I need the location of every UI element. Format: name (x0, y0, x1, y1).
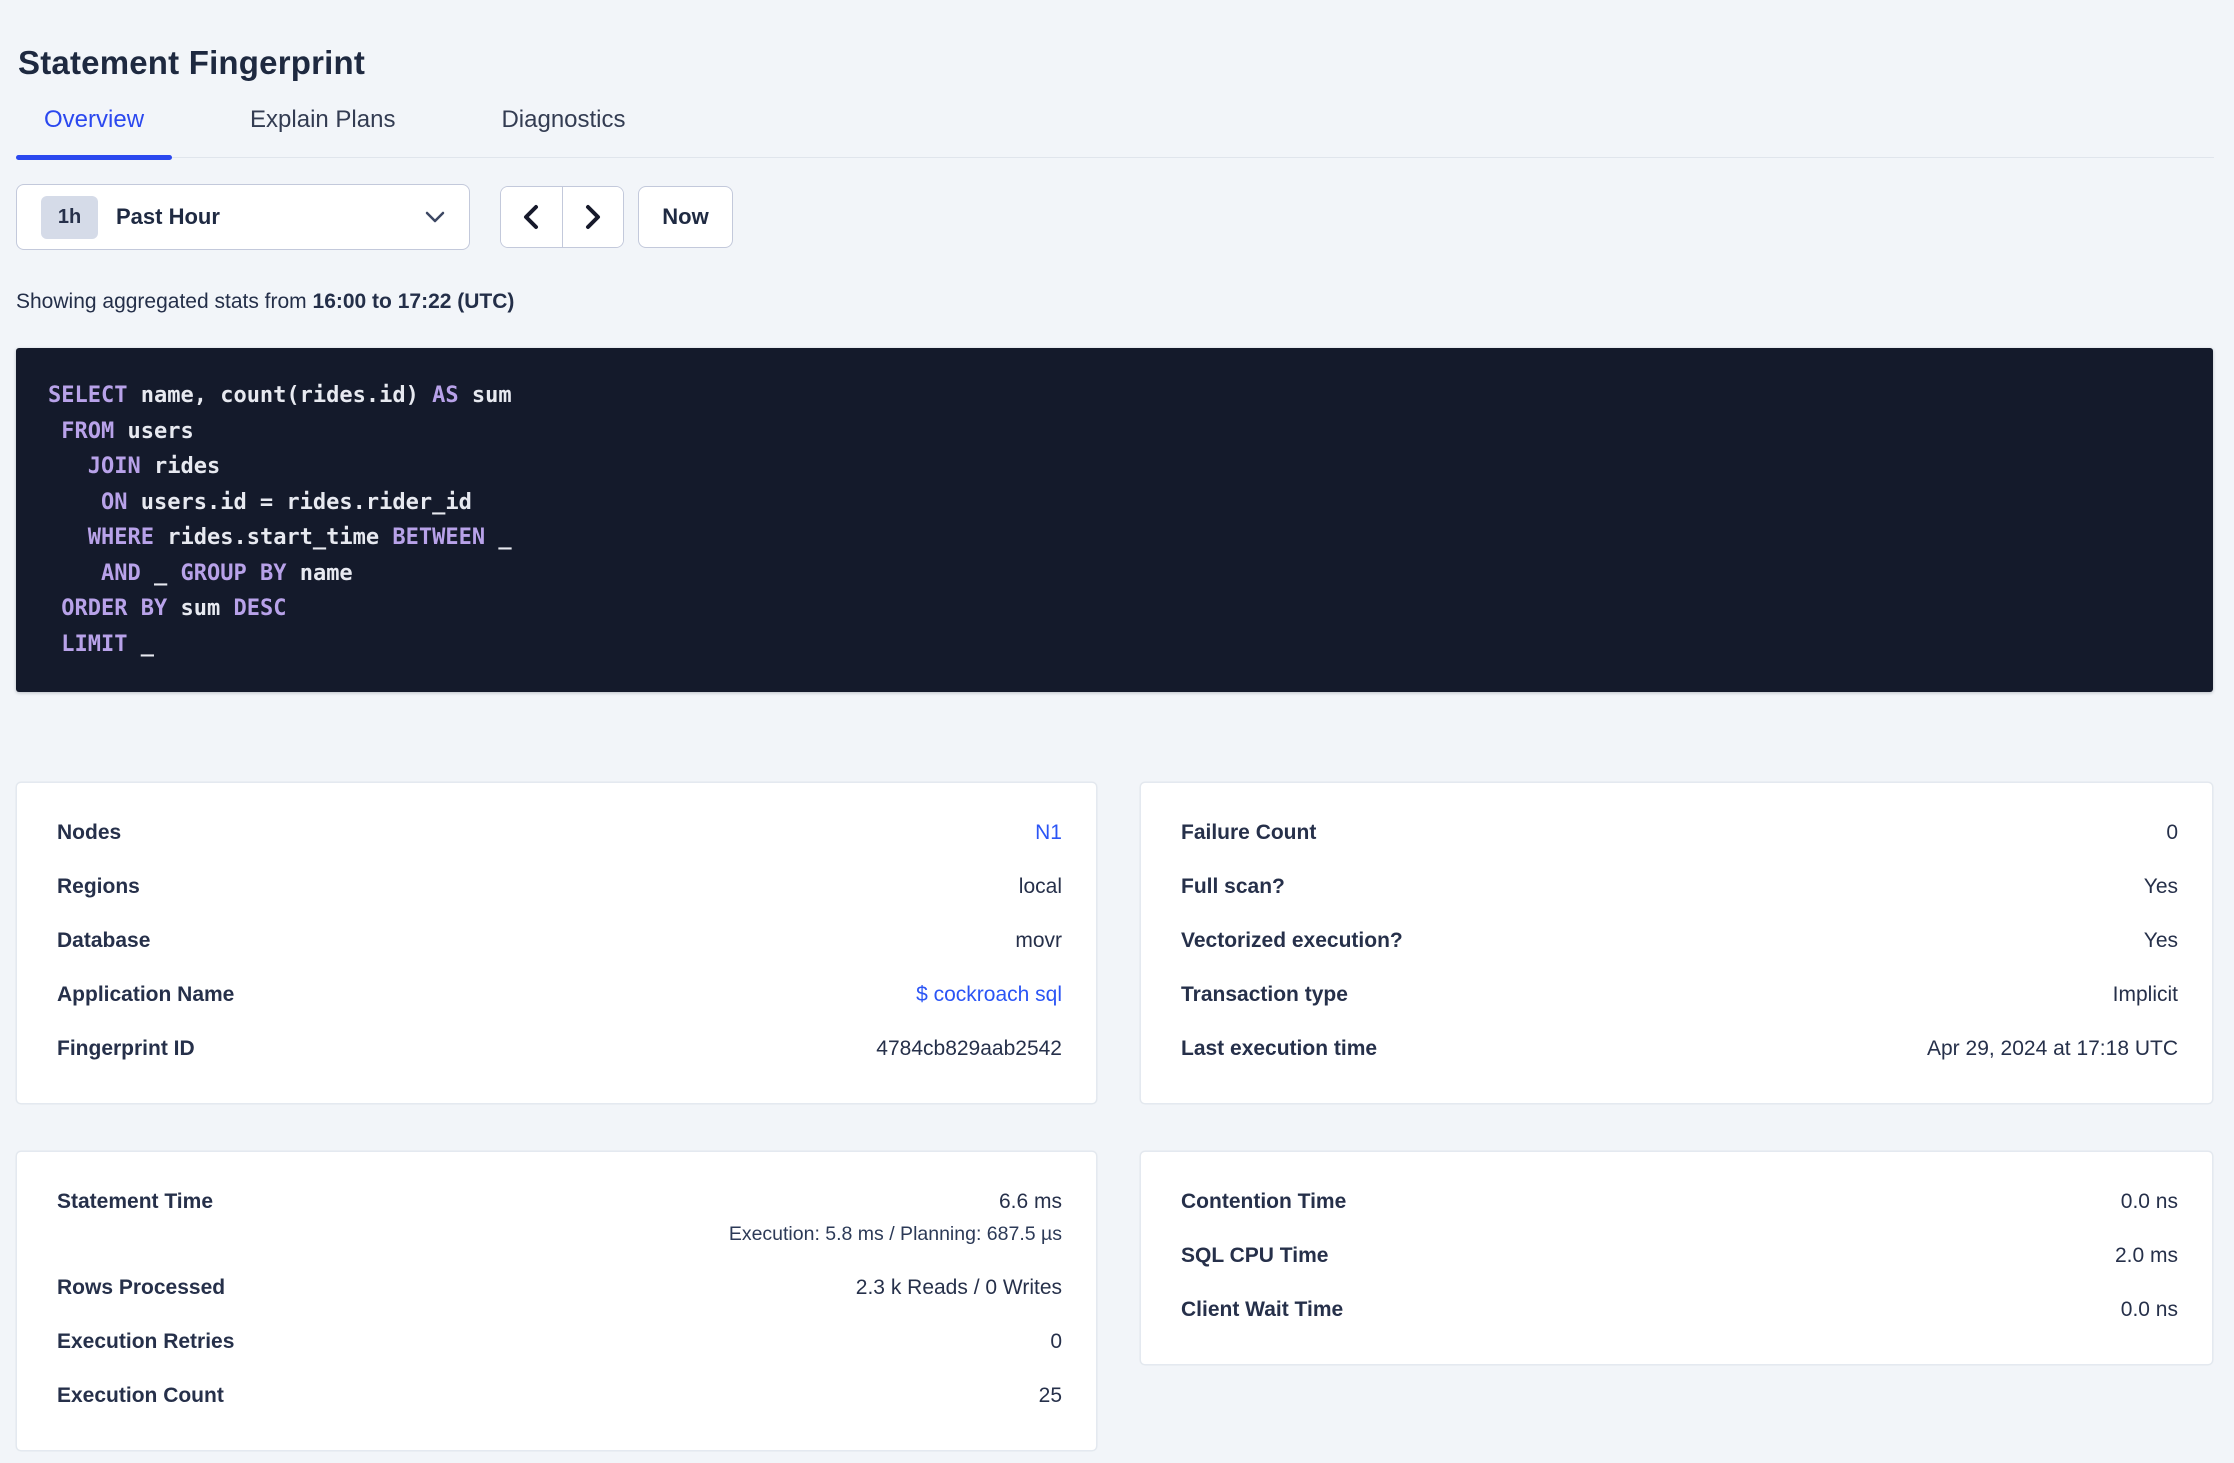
application-name-label: Application Name (57, 983, 235, 1006)
time-range-badge: 1h (41, 195, 98, 239)
time-range-selected-label: Past Hour (116, 204, 220, 229)
info-row-last-execution-time: Last execution time Apr 29, 2024 at 17:18… (1181, 1035, 2178, 1063)
last-execution-time-label: Last execution time (1181, 1037, 1378, 1060)
rows-processed-label: Rows Processed (57, 1276, 226, 1299)
transaction-type-label: Transaction type (1181, 983, 1348, 1006)
info-row-execution-count: Execution Count 25 (57, 1382, 1062, 1410)
full-scan-value: Yes (2143, 875, 2178, 898)
info-row-database: Database movr (57, 927, 1062, 955)
tab-overview[interactable]: Overview (16, 106, 173, 160)
caption-prefix: Showing aggregated stats from (16, 290, 313, 313)
tab-bar: Overview Explain Plans Diagnostics (16, 106, 2214, 160)
transaction-type-value: Implicit (2112, 983, 2178, 1006)
execution-count-value: 25 (1038, 1384, 1062, 1407)
summary-cards: Nodes N1 Regions local Database movr Applicati… (16, 782, 2214, 1451)
client-wait-time-label: Client Wait Time (1181, 1298, 1344, 1321)
chevron-left-icon (524, 205, 539, 229)
full-scan-label: Full scan? (1181, 875, 1285, 898)
last-execution-time-value: Apr 29, 2024 at 17:18 UTC (1927, 1037, 2178, 1060)
tab-diagnostics[interactable]: Diagnostics (473, 106, 653, 157)
info-row-rows-processed: Rows Processed 2.3 k Reads / 0 Writes (57, 1274, 1062, 1302)
info-row-statement-time: Statement Time 6.6 ms Execution: 5.8 ms / … (57, 1188, 1062, 1248)
info-row-failure-count: Failure Count 0 (1181, 819, 2178, 847)
client-wait-time-value: 0.0 ns (2120, 1298, 2178, 1321)
info-row-sql-cpu-time: SQL CPU Time 2.0 ms (1181, 1242, 2178, 1270)
execution-retries-label: Execution Retries (57, 1330, 235, 1353)
regions-label: Regions (57, 875, 140, 898)
database-label: Database (57, 929, 151, 952)
time-range-dropdown[interactable]: 1h Past Hour (16, 184, 470, 250)
application-name-value[interactable]: $ cockroach sql (916, 983, 1062, 1006)
sql-cpu-time-label: SQL CPU Time (1181, 1244, 1329, 1267)
info-row-execution-retries: Execution Retries 0 (57, 1328, 1062, 1356)
info-row-transaction-type: Transaction type Implicit (1181, 981, 2178, 1009)
tab-explain-plans[interactable]: Explain Plans (222, 106, 423, 157)
rows-processed-value: 2.3 k Reads / 0 Writes (855, 1276, 1062, 1299)
info-row-vectorized-execution: Vectorized execution? Yes (1181, 927, 2178, 955)
time-range-nav (500, 186, 624, 248)
info-row-nodes: Nodes N1 (57, 819, 1062, 847)
database-value: movr (1015, 929, 1062, 952)
caption-range: 16:00 to 17:22 (UTC) (312, 290, 515, 313)
info-row-contention-time: Contention Time 0.0 ns (1181, 1188, 2178, 1216)
aggregated-stats-caption: Showing aggregated stats from 16:00 to 1… (16, 290, 2214, 314)
info-row-full-scan: Full scan? Yes (1181, 873, 2178, 901)
now-button[interactable]: Now (638, 186, 733, 248)
statement-details-card: Nodes N1 Regions local Database movr Applicati… (16, 782, 1097, 1104)
chevron-right-icon (585, 205, 600, 229)
chevron-down-icon (425, 211, 445, 223)
fingerprint-id-label: Fingerprint ID (57, 1037, 195, 1060)
next-range-button[interactable] (562, 187, 623, 247)
vectorized-execution-value: Yes (2143, 929, 2178, 952)
statement-time-subvalue: Execution: 5.8 ms / Planning: 687.5 µs (728, 1223, 1062, 1245)
page-title: Statement Fingerprint (18, 44, 366, 81)
nodes-label: Nodes (57, 821, 122, 844)
sql-statement-text: SELECT name, count(rides.id) AS sum FROM… (48, 383, 512, 657)
fingerprint-id-value: 4784cb829aab2542 (876, 1037, 1062, 1060)
sql-statement-box: SELECT name, count(rides.id) AS sum FROM… (16, 348, 2213, 692)
failure-count-label: Failure Count (1181, 821, 1317, 844)
info-row-fingerprint-id: Fingerprint ID 4784cb829aab2542 (57, 1035, 1062, 1063)
failure-count-value: 0 (2166, 821, 2178, 844)
statement-time-label: Statement Time (57, 1190, 213, 1213)
prev-range-button[interactable] (501, 187, 563, 247)
sql-cpu-time-value: 2.0 ms (2114, 1244, 2178, 1267)
vectorized-execution-label: Vectorized execution? (1181, 929, 1403, 952)
info-row-client-wait-time: Client Wait Time 0.0 ns (1181, 1296, 2178, 1324)
info-row-regions: Regions local (57, 873, 1062, 901)
statement-time-value: 6.6 ms (998, 1190, 1062, 1213)
contention-time-label: Contention Time (1181, 1190, 1347, 1213)
info-row-application-name: Application Name $ cockroach sql (57, 981, 1062, 1009)
statement-times-card: Statement Time 6.6 ms Execution: 5.8 ms / … (16, 1151, 1097, 1451)
time-controls: 1h Past Hour Now (16, 184, 2214, 250)
execution-count-label: Execution Count (57, 1384, 224, 1407)
wait-times-card: Contention Time 0.0 ns SQL CPU Time 2.0 ms C… (1140, 1151, 2213, 1365)
execution-retries-value: 0 (1050, 1330, 1062, 1353)
contention-time-value: 0.0 ns (2120, 1190, 2178, 1213)
nodes-value[interactable]: N1 (1035, 821, 1062, 844)
regions-value: local (1018, 875, 1062, 898)
execution-attributes-card: Failure Count 0 Full scan? Yes Vectorized ex… (1140, 782, 2213, 1104)
